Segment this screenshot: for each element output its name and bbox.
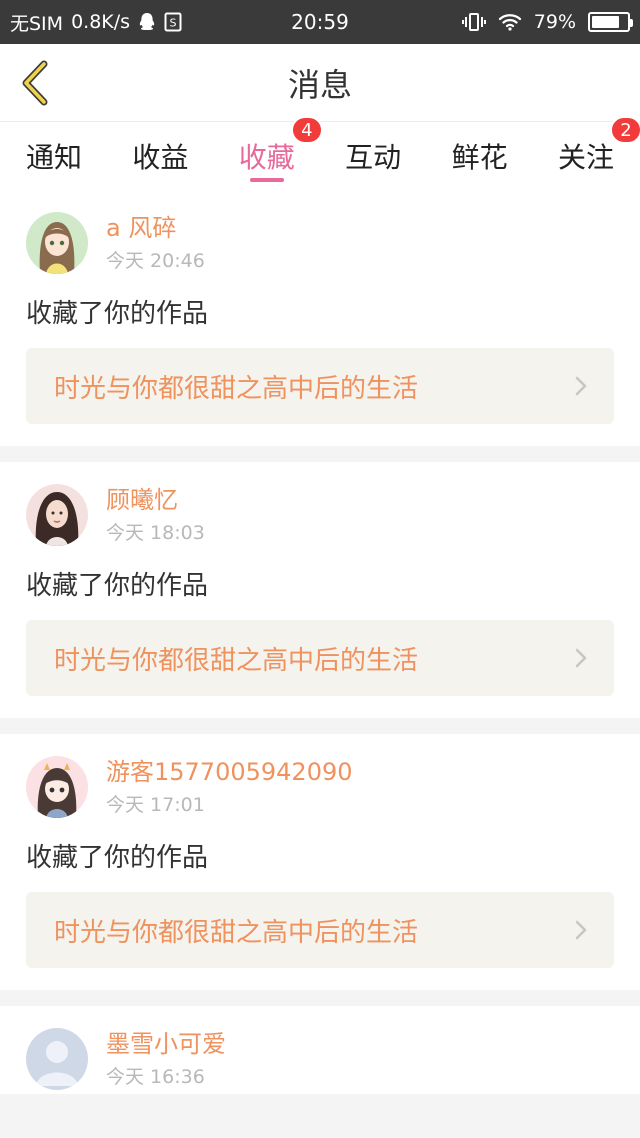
message-tabs: 通知 收益 收藏 4 互动 鲜花 关注 2 xyxy=(0,116,640,190)
tab-label: 收益 xyxy=(132,141,189,174)
message-time: 今天 18:03 xyxy=(106,522,205,544)
message-card: 顾曦忆今天 18:03 收藏了你的作品时光与你都很甜之高中后的生活 xyxy=(0,462,640,718)
message-header: 顾曦忆今天 18:03 xyxy=(26,484,614,550)
message-header: 墨雪小可爱今天 16:36 xyxy=(26,1028,614,1094)
work-link[interactable]: 时光与你都很甜之高中后的生活 xyxy=(26,348,614,424)
user-name[interactable]: a 风碎 xyxy=(106,212,205,244)
message-time: 今天 16:36 xyxy=(106,1066,205,1088)
tab-interaction[interactable]: 互动 xyxy=(345,122,401,190)
tab-label: 收藏 xyxy=(238,141,295,174)
status-right: 79% xyxy=(461,0,633,44)
avatar-photo-icon[interactable] xyxy=(26,484,88,546)
message-time: 今天 20:46 xyxy=(106,250,205,272)
avatar-default-icon[interactable] xyxy=(26,1028,88,1090)
svg-text:S: S xyxy=(170,17,177,30)
avatar-cartoon-icon[interactable] xyxy=(26,756,88,818)
message-meta: a 风碎今天 20:46 xyxy=(106,212,205,274)
message-header: 游客1577005942090 今天 17:01 xyxy=(26,756,614,822)
tab-label: 关注 xyxy=(557,141,614,174)
wifi-icon xyxy=(498,13,522,31)
active-tab-indicator xyxy=(249,178,284,182)
chevron-right-icon xyxy=(575,376,587,396)
tab-label: 通知 xyxy=(26,141,83,174)
unread-badge: 4 xyxy=(290,116,323,144)
work-title: 时光与你都很甜之高中后的生活 xyxy=(54,917,419,948)
message-meta: 游客1577005942090 今天 17:01 xyxy=(106,756,353,818)
battery-percent: 79% xyxy=(533,11,576,33)
message-header: a 风碎今天 20:46 xyxy=(26,212,614,278)
user-name[interactable]: 顾曦忆 xyxy=(106,484,205,516)
avatar-girl-anime-icon[interactable] xyxy=(26,212,88,274)
user-name[interactable]: 游客1577005942090 xyxy=(106,756,353,788)
message-meta: 墨雪小可爱今天 16:36 xyxy=(106,1028,226,1090)
unread-badge: 2 xyxy=(609,116,640,144)
message-time: 今天 17:01 xyxy=(106,794,205,816)
chevron-right-icon xyxy=(575,920,587,940)
qq-icon xyxy=(138,12,156,32)
status-bar: 无SIM 0.8K/s S 20:59 79% xyxy=(0,0,640,44)
work-link[interactable]: 时光与你都很甜之高中后的生活 xyxy=(26,620,614,696)
tab-label: 鲜花 xyxy=(451,141,508,174)
user-name[interactable]: 墨雪小可爱 xyxy=(106,1028,226,1060)
message-card: 游客1577005942090 今天 17:01 收藏了你的作品时光与你都很甜之高中… xyxy=(0,734,640,990)
tab-favorites[interactable]: 收藏 4 xyxy=(238,116,323,190)
sim-icon: S xyxy=(164,12,182,32)
battery-fill xyxy=(592,16,619,28)
message-meta: 顾曦忆今天 18:03 xyxy=(106,484,205,546)
work-title: 时光与你都很甜之高中后的生活 xyxy=(54,645,419,676)
message-list: a 风碎 今天 20:46 收藏了你的作品 时光与你都很甜之高中后的生活 顾曦忆 今天 1… xyxy=(0,190,640,1110)
page-title: 消息 xyxy=(287,66,352,104)
status-left: 无SIM 0.8K/s S xyxy=(10,0,182,44)
carrier-text: 无SIM xyxy=(10,12,64,35)
message-action-text: 收藏了你的作品 xyxy=(26,571,209,601)
tab-earnings[interactable]: 收益 xyxy=(132,122,188,190)
message-card: a 风碎今天 20:46 收藏了你的作品时光与你都很甜之高中后的生活 xyxy=(0,190,640,446)
message-card: 墨雪小可爱今天 16:36 xyxy=(0,1006,640,1094)
chevron-right-icon xyxy=(575,648,587,668)
network-speed: 0.8K/s xyxy=(71,11,131,33)
work-link[interactable]: 时光与你都很甜之高中后的生活 xyxy=(26,892,614,968)
work-title: 时光与你都很甜之高中后的生活 xyxy=(54,373,419,404)
message-action-text: 收藏了你的作品 xyxy=(26,299,209,329)
header-bar: 消息 xyxy=(0,44,640,122)
message-action-text: 收藏了你的作品 xyxy=(26,843,209,873)
tab-flowers[interactable]: 鲜花 xyxy=(452,122,508,190)
tab-follow[interactable]: 关注 2 xyxy=(557,116,640,190)
vibrate-icon xyxy=(461,12,486,32)
battery-icon xyxy=(588,12,633,32)
tab-notice[interactable]: 通知 xyxy=(26,122,82,190)
tab-label: 互动 xyxy=(345,141,402,174)
